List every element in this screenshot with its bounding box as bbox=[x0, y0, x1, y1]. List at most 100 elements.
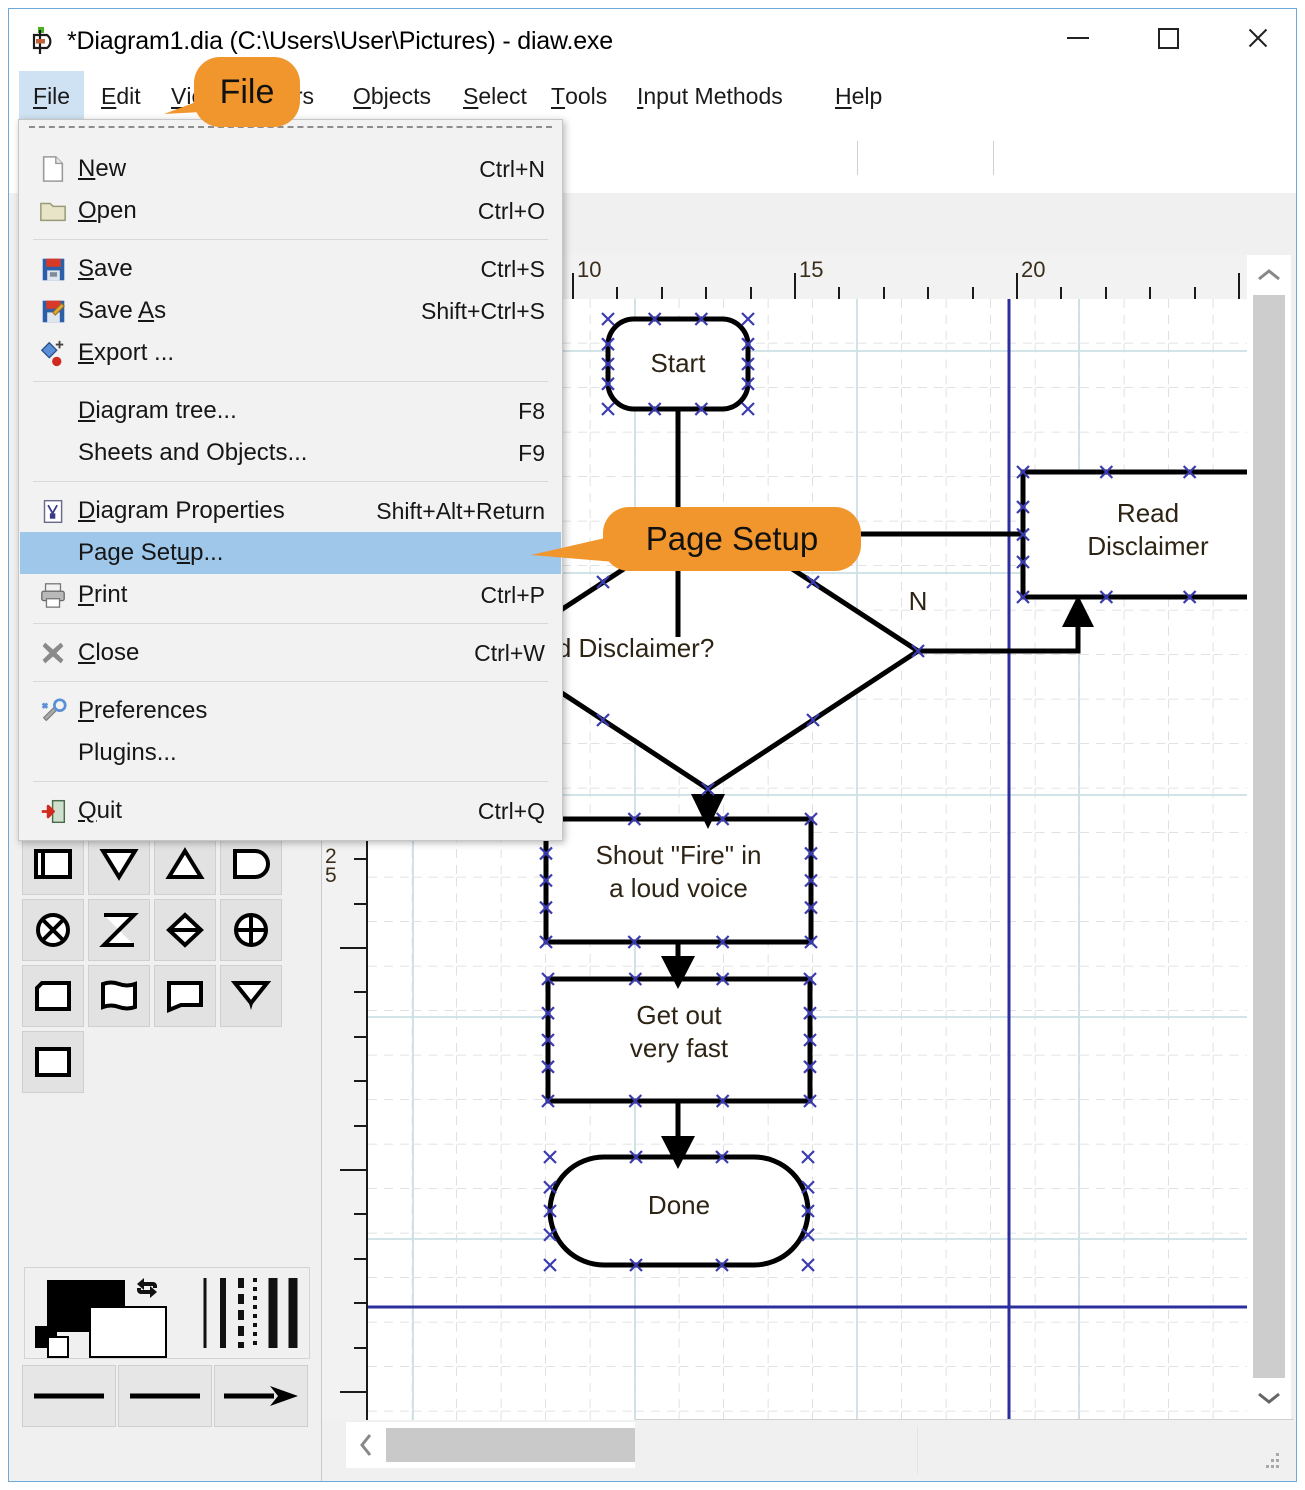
menu-item-accelerator: F9 bbox=[518, 439, 545, 466]
ruler-tick bbox=[1193, 287, 1196, 299]
default-background-swatch[interactable] bbox=[47, 1336, 69, 1358]
dia-main-window: *Diagram1.dia (C:\Users\User\Pictures) -… bbox=[8, 8, 1297, 1482]
ruler-tick bbox=[1060, 287, 1063, 299]
ruler-tick bbox=[354, 1035, 366, 1038]
scroll-left-button[interactable] bbox=[346, 1422, 386, 1468]
vertical-scrollbar[interactable] bbox=[1247, 255, 1291, 1420]
ruler-tick bbox=[749, 287, 752, 299]
menu-item-label: Save bbox=[78, 255, 133, 282]
menu-item-save-as[interactable]: Save As Shift+Ctrl+S bbox=[20, 290, 561, 332]
swap-colors-icon[interactable] bbox=[133, 1274, 161, 1302]
line-end-button-1[interactable] bbox=[118, 1365, 212, 1427]
line-style-selector[interactable] bbox=[197, 1274, 307, 1352]
file-menu-dropdown: New Ctrl+N Open Ctrl+O Save Ctrl+S Save As Shif… bbox=[18, 119, 563, 841]
menu-item-accelerator: Ctrl+O bbox=[477, 197, 545, 224]
export-icon bbox=[36, 338, 70, 368]
maximize-button[interactable] bbox=[1123, 9, 1213, 67]
file-callout: File bbox=[164, 57, 304, 129]
ruler-label: 20 bbox=[1021, 257, 1046, 282]
menu-item-sheets-and-objects[interactable]: Sheets and Objects... F9 bbox=[20, 432, 561, 474]
flowchart-card-icon[interactable] bbox=[22, 965, 84, 1027]
ruler-label: 15 bbox=[799, 257, 824, 282]
ruler-tick bbox=[340, 947, 366, 949]
resize-grip-icon[interactable] bbox=[1266, 1451, 1282, 1471]
menu-item-accelerator: Ctrl+S bbox=[480, 255, 545, 282]
flowchart-box-icon[interactable] bbox=[22, 1031, 84, 1093]
menu-item-export[interactable]: Export ... bbox=[20, 332, 561, 374]
node-start-label: Start bbox=[650, 348, 706, 378]
ruler-tick bbox=[354, 1080, 366, 1083]
menu-item-label: Preferences bbox=[78, 697, 208, 724]
flowchart-triangle-icon[interactable] bbox=[220, 965, 282, 1027]
menu-item-save[interactable]: Save Ctrl+S bbox=[20, 248, 561, 290]
menu-item-quit[interactable]: Quit Ctrl+Q bbox=[20, 790, 561, 832]
toolbar-separator bbox=[857, 141, 858, 175]
close-button[interactable] bbox=[1213, 9, 1303, 67]
ruler-tick bbox=[354, 1213, 366, 1216]
menu-item-print[interactable]: Print Ctrl+P bbox=[20, 574, 561, 616]
menu-item-plugins[interactable]: Plugins... bbox=[20, 732, 561, 774]
menu-item-close[interactable]: Close Ctrl+W bbox=[20, 632, 561, 674]
ruler-tick bbox=[971, 287, 974, 299]
flowchart-predefined-process-icon[interactable] bbox=[22, 833, 84, 895]
menu-edit[interactable]: Edit bbox=[87, 71, 155, 121]
menu-item-open[interactable]: Open Ctrl+O bbox=[20, 190, 561, 232]
ruler-tick bbox=[927, 287, 930, 299]
menu-file[interactable]: File bbox=[19, 71, 85, 121]
vertical-scroll-thumb[interactable] bbox=[1253, 295, 1285, 1378]
printer-icon bbox=[36, 580, 70, 610]
menu-separator bbox=[33, 623, 548, 624]
menu-item-accelerator: F8 bbox=[518, 397, 545, 424]
menu-item-accelerator: Ctrl+N bbox=[479, 155, 545, 182]
ruler-tick bbox=[705, 287, 708, 299]
flowchart-document-icon[interactable] bbox=[88, 965, 150, 1027]
ruler-tick bbox=[1016, 273, 1018, 299]
menu-item-new[interactable]: New Ctrl+N bbox=[20, 148, 561, 190]
ruler-tick bbox=[1149, 287, 1152, 299]
menu-item-accelerator: Shift+Ctrl+S bbox=[421, 297, 545, 324]
ruler-tick bbox=[354, 991, 366, 994]
ruler-label: 25 bbox=[325, 845, 337, 887]
ruler-tick bbox=[616, 287, 619, 299]
ruler-tick bbox=[354, 1257, 366, 1260]
menu-objects[interactable]: Objects bbox=[339, 71, 445, 121]
flowchart-summing-junction-icon[interactable] bbox=[220, 899, 282, 961]
background-color-swatch[interactable] bbox=[89, 1306, 167, 1358]
menu-select[interactable]: Select bbox=[449, 71, 541, 121]
menu-item-page-setup[interactable]: Page Setup... bbox=[20, 532, 561, 574]
flowchart-delay-icon[interactable] bbox=[220, 833, 282, 895]
minimize-icon bbox=[1067, 37, 1089, 39]
flowchart-sort-icon[interactable] bbox=[88, 899, 150, 961]
scroll-down-button[interactable] bbox=[1247, 1378, 1291, 1418]
menu-item-accelerator: Ctrl+Q bbox=[477, 797, 545, 824]
menu-input-methods[interactable]: Input Methods bbox=[623, 71, 797, 121]
line-end-button-0[interactable] bbox=[22, 1365, 116, 1427]
line-end-button-2[interactable] bbox=[214, 1365, 308, 1427]
maximize-icon bbox=[1157, 27, 1179, 49]
flowchart-collate-icon[interactable] bbox=[22, 899, 84, 961]
page-setup-callout-label: Page Setup bbox=[603, 507, 861, 571]
ruler-tick bbox=[794, 273, 796, 299]
flowchart-or-icon[interactable] bbox=[154, 899, 216, 961]
flowchart-extract-icon[interactable] bbox=[154, 833, 216, 895]
menu-separator bbox=[33, 681, 548, 682]
ruler-tick bbox=[1104, 287, 1107, 299]
ruler-label: 10 bbox=[577, 257, 602, 282]
chevron-left-icon bbox=[360, 1434, 372, 1456]
ruler-tick bbox=[1238, 273, 1240, 299]
flowchart-note-icon[interactable] bbox=[154, 965, 216, 1027]
status-bar bbox=[635, 1419, 1294, 1479]
menu-tools[interactable]: Tools bbox=[537, 71, 621, 121]
node-done-label: Done bbox=[647, 1190, 711, 1220]
menu-item-diagram-tree[interactable]: Diagram tree... F8 bbox=[20, 390, 561, 432]
menu-item-diagram-properties[interactable]: Diagram Properties Shift+Alt+Return bbox=[20, 490, 561, 532]
menu-help[interactable]: Help bbox=[821, 71, 896, 121]
scroll-up-button[interactable] bbox=[1247, 255, 1291, 295]
menu-item-preferences[interactable]: Preferences bbox=[20, 690, 561, 732]
minimize-button[interactable] bbox=[1033, 9, 1123, 67]
edge-label-n: N bbox=[908, 586, 928, 616]
flowchart-merge-icon[interactable] bbox=[88, 833, 150, 895]
ruler-tick bbox=[340, 1391, 366, 1393]
chevron-up-icon bbox=[1258, 269, 1280, 281]
quit-exit-icon bbox=[36, 796, 70, 826]
